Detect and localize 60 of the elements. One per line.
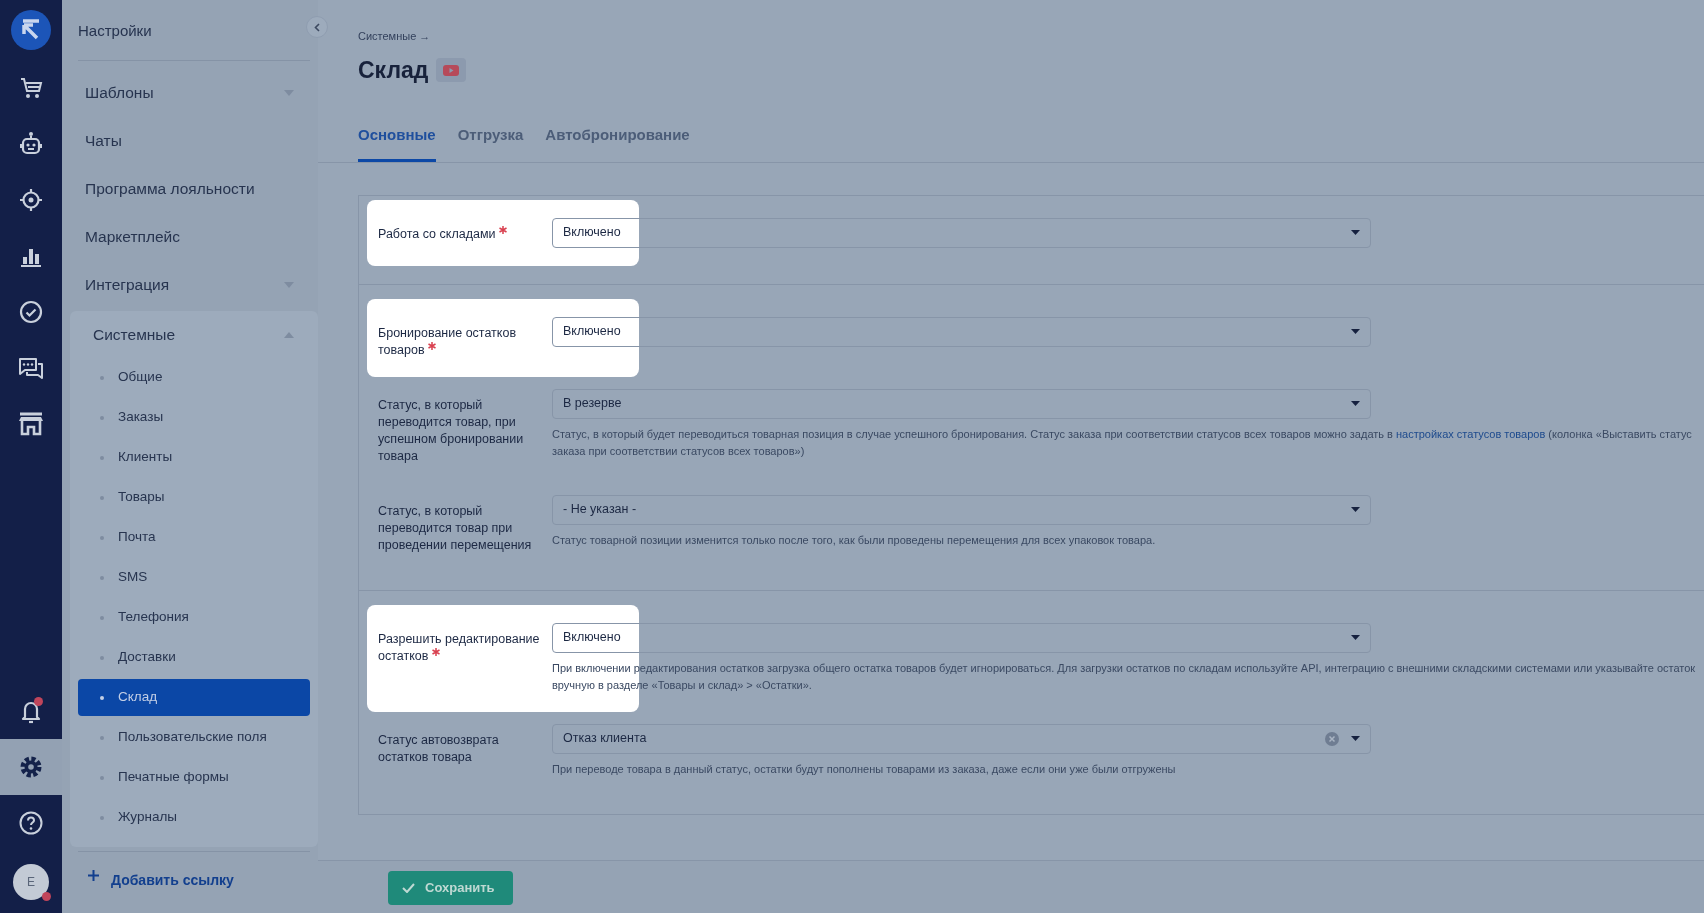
sidebar-subitem[interactable]: Пользовательские поля xyxy=(78,719,310,756)
select-field[interactable]: Включено xyxy=(552,622,1371,653)
select-field[interactable]: В резерве xyxy=(552,388,1371,419)
chat-bubbles-icon xyxy=(18,356,44,380)
help-icon xyxy=(19,811,43,835)
field-label: Работа со складами xyxy=(359,217,552,248)
check-circle-icon xyxy=(19,300,43,324)
sidebar-subitem[interactable]: Товары xyxy=(78,479,310,516)
sidebar-subitem[interactable]: Склад xyxy=(78,679,310,716)
checkmark-icon xyxy=(402,883,415,893)
dropdown-caret-icon xyxy=(1351,329,1360,335)
chevron-icon xyxy=(314,22,320,32)
sidebar-subitem[interactable]: Журналы xyxy=(78,799,310,836)
select-field[interactable]: Отказ клиента xyxy=(552,723,1371,754)
select-field[interactable]: - Не указан - xyxy=(552,494,1371,525)
plus-icon xyxy=(88,870,99,881)
help-text: Статус товарной позиции изменится только после того, как были проведены перемещения для всех упаковок товара. xyxy=(552,532,1157,548)
sidebar-subitem[interactable]: Печатные формы xyxy=(78,759,310,796)
robot-icon xyxy=(19,131,43,157)
storefront-icon xyxy=(18,412,44,436)
play-icon xyxy=(443,64,460,76)
settings-icon xyxy=(18,754,44,780)
sidebar-item[interactable]: Шаблоны xyxy=(78,69,310,117)
settings-link[interactable]: настройках статусов товаров xyxy=(1396,427,1546,440)
help-text: Статус, в который будет переводиться товарная позиция в случае успешного бронирования. Статус заказа при соответствии статусов всех товаров можно задать в настройках статусов товаров (колонка «Выставить статус заказа при соответствии статусов всех товаров») xyxy=(552,426,1693,459)
field-label: Бронирование остатков товаров xyxy=(377,324,518,359)
dropdown-caret-icon xyxy=(1351,230,1360,236)
add-link[interactable]: Добавить ссылку xyxy=(78,851,310,913)
sidebar-subitem[interactable]: Общие xyxy=(78,359,310,396)
sidebar-subitem[interactable]: Почта xyxy=(78,519,310,556)
dropdown-caret-icon xyxy=(1351,507,1360,513)
avatar[interactable]: E xyxy=(13,864,49,900)
sidebar-subitem[interactable]: Доставки xyxy=(78,639,310,676)
sidebar-subitem[interactable]: Клиенты xyxy=(78,439,310,476)
logo-icon xyxy=(11,10,51,50)
field-label: Статус, в который переводится товар, при успешном бронировании товара xyxy=(377,396,525,465)
help-text: При переводе товара в данный статус, остатки будут пополнены товарами из заказа, даже если они уже были отгружены xyxy=(552,761,1177,777)
sidebar-subitem[interactable]: Заказы xyxy=(78,399,310,436)
tab[interactable]: Основные xyxy=(358,124,436,162)
field-label: Статус, в который переводится товар при проведении перемещения xyxy=(377,502,533,554)
save-button[interactable]: Сохранить xyxy=(388,871,513,905)
breadcrumb-link[interactable]: Системные → xyxy=(358,30,431,42)
dropdown-caret-icon xyxy=(1351,635,1360,641)
sidebar-item[interactable]: Системные xyxy=(78,311,310,359)
dropdown-caret-icon xyxy=(1351,736,1360,742)
settings-button[interactable] xyxy=(0,739,62,795)
sidebar-item[interactable]: Чаты xyxy=(78,117,310,165)
sidebar-subitem[interactable]: Телефония xyxy=(78,599,310,636)
dropdown-caret-icon xyxy=(1351,401,1360,407)
sidebar-item[interactable]: Маркетплейс xyxy=(78,213,310,261)
select-field[interactable]: Включено xyxy=(552,217,1371,248)
sidebar-item[interactable]: Программа лояльности xyxy=(78,165,310,213)
sidebar-item[interactable]: Интеграция xyxy=(78,261,310,309)
page-title: Склад xyxy=(358,56,429,85)
field-label: Разрешить редактирование остатков xyxy=(377,630,541,665)
crosshair-icon xyxy=(19,188,43,212)
select-field[interactable]: Включено xyxy=(552,316,1371,347)
cart-icon xyxy=(19,76,43,100)
field-label: Статус автовозврата остатков товара xyxy=(377,731,500,766)
sidebar-subitem[interactable]: SMS xyxy=(78,559,310,596)
